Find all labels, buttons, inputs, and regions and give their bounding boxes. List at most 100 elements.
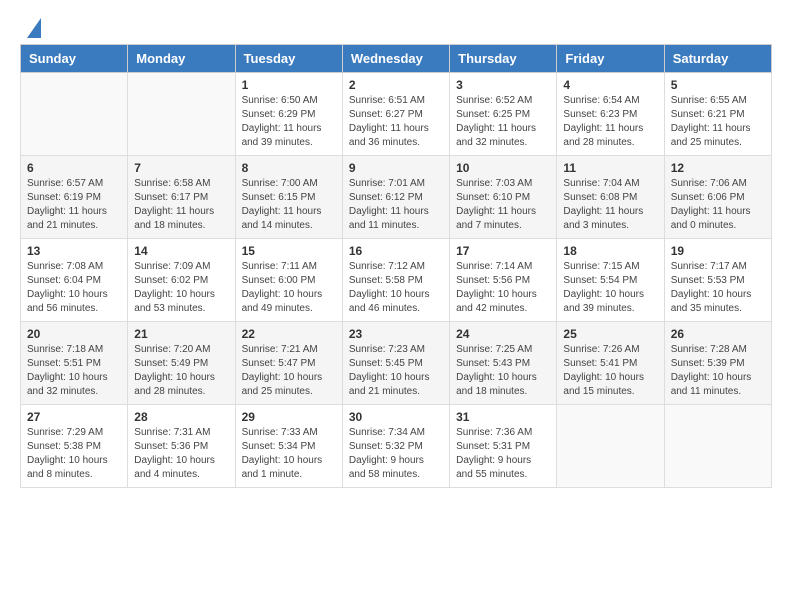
- calendar-day-cell: 11Sunrise: 7:04 AM Sunset: 6:08 PM Dayli…: [557, 156, 664, 239]
- calendar-day-cell: 4 Sunrise: 6:54 AM Sunset: 6:23 PM Daylig…: [557, 73, 664, 156]
- logo-line1: [24, 18, 41, 38]
- calendar-day-cell: 31 Sunrise: 7:36 AM Sunset: 5:31 PM Dayli…: [450, 405, 557, 488]
- weekday-header-monday: Monday: [128, 45, 235, 73]
- day-info: Sunrise: 7:23 AM Sunset: 5:45 PM Dayligh…: [349, 343, 443, 399]
- day-info: Sunrise: 7:36 AM Sunset: 5:31 PM Dayligh…: [456, 426, 550, 482]
- calendar-day-cell: 23 Sunrise: 7:23 AM Sunset: 5:45 PM Dayli…: [342, 322, 449, 405]
- day-number: 20: [27, 327, 121, 341]
- calendar-header: SundayMondayTuesdayWednesdayThursdayFrid…: [21, 45, 772, 73]
- day-info: Sunrise: 7:15 AM Sunset: 5:54 PM Dayligh…: [563, 260, 657, 316]
- day-number: 28: [134, 410, 228, 424]
- day-info: Sunrise: 6:50 AM Sunset: 6:29 PM Dayligh…: [242, 94, 336, 150]
- calendar-day-cell: 16 Sunrise: 7:12 AM Sunset: 5:58 PM Dayli…: [342, 239, 449, 322]
- calendar-day-cell: [557, 405, 664, 488]
- day-number: 23: [349, 327, 443, 341]
- day-number: 19: [671, 244, 765, 258]
- day-number: 9: [349, 161, 443, 175]
- day-info: Sunrise: 7:00 AM Sunset: 6:15 PM Dayligh…: [242, 177, 336, 233]
- calendar-day-cell: 5Sunrise: 6:55 AM Sunset: 6:21 PM Daylig…: [664, 73, 771, 156]
- calendar-day-cell: 19 Sunrise: 7:17 AM Sunset: 5:53 PM Dayli…: [664, 239, 771, 322]
- day-number: 12: [671, 161, 765, 175]
- day-info: Sunrise: 7:11 AM Sunset: 6:00 PM Dayligh…: [242, 260, 336, 316]
- weekday-header-wednesday: Wednesday: [342, 45, 449, 73]
- day-info: Sunrise: 7:29 AM Sunset: 5:38 PM Dayligh…: [27, 426, 121, 482]
- calendar-day-cell: 25 Sunrise: 7:26 AM Sunset: 5:41 PM Dayli…: [557, 322, 664, 405]
- calendar-week-row: 27 Sunrise: 7:29 AM Sunset: 5:38 PM Dayli…: [21, 405, 772, 488]
- day-number: 15: [242, 244, 336, 258]
- calendar-week-row: 1 Sunrise: 6:50 AM Sunset: 6:29 PM Daylig…: [21, 73, 772, 156]
- calendar-day-cell: 14 Sunrise: 7:09 AM Sunset: 6:02 PM Dayli…: [128, 239, 235, 322]
- day-number: 27: [27, 410, 121, 424]
- weekday-header-thursday: Thursday: [450, 45, 557, 73]
- calendar-day-cell: 20Sunrise: 7:18 AM Sunset: 5:51 PM Dayli…: [21, 322, 128, 405]
- day-info: Sunrise: 6:58 AM Sunset: 6:17 PM Dayligh…: [134, 177, 228, 233]
- day-number: 8: [242, 161, 336, 175]
- calendar-day-cell: [21, 73, 128, 156]
- day-info: Sunrise: 7:01 AM Sunset: 6:12 PM Dayligh…: [349, 177, 443, 233]
- day-info: Sunrise: 7:34 AM Sunset: 5:32 PM Dayligh…: [349, 426, 443, 482]
- calendar-day-cell: [128, 73, 235, 156]
- calendar-day-cell: 27 Sunrise: 7:29 AM Sunset: 5:38 PM Dayli…: [21, 405, 128, 488]
- calendar-day-cell: 28Sunrise: 7:31 AM Sunset: 5:36 PM Dayli…: [128, 405, 235, 488]
- calendar-day-cell: 13 Sunrise: 7:08 AM Sunset: 6:04 PM Dayli…: [21, 239, 128, 322]
- day-info: Sunrise: 6:52 AM Sunset: 6:25 PM Dayligh…: [456, 94, 550, 150]
- calendar-day-cell: 12 Sunrise: 7:06 AM Sunset: 6:06 PM Dayli…: [664, 156, 771, 239]
- calendar-day-cell: 6Sunrise: 6:57 AM Sunset: 6:19 PM Daylig…: [21, 156, 128, 239]
- calendar-day-cell: 18Sunrise: 7:15 AM Sunset: 5:54 PM Dayli…: [557, 239, 664, 322]
- day-number: 1: [242, 78, 336, 92]
- day-number: 10: [456, 161, 550, 175]
- day-number: 22: [242, 327, 336, 341]
- day-number: 31: [456, 410, 550, 424]
- page-header: [0, 0, 792, 44]
- day-number: 5: [671, 78, 765, 92]
- day-info: Sunrise: 7:28 AM Sunset: 5:39 PM Dayligh…: [671, 343, 765, 399]
- day-info: Sunrise: 7:14 AM Sunset: 5:56 PM Dayligh…: [456, 260, 550, 316]
- day-number: 16: [349, 244, 443, 258]
- calendar-day-cell: 15 Sunrise: 7:11 AM Sunset: 6:00 PM Dayli…: [235, 239, 342, 322]
- day-number: 3: [456, 78, 550, 92]
- calendar-day-cell: 17 Sunrise: 7:14 AM Sunset: 5:56 PM Dayli…: [450, 239, 557, 322]
- day-info: Sunrise: 7:21 AM Sunset: 5:47 PM Dayligh…: [242, 343, 336, 399]
- calendar-week-row: 6Sunrise: 6:57 AM Sunset: 6:19 PM Daylig…: [21, 156, 772, 239]
- day-info: Sunrise: 7:12 AM Sunset: 5:58 PM Dayligh…: [349, 260, 443, 316]
- day-info: Sunrise: 6:51 AM Sunset: 6:27 PM Dayligh…: [349, 94, 443, 150]
- day-number: 17: [456, 244, 550, 258]
- day-info: Sunrise: 7:06 AM Sunset: 6:06 PM Dayligh…: [671, 177, 765, 233]
- day-info: Sunrise: 6:57 AM Sunset: 6:19 PM Dayligh…: [27, 177, 121, 233]
- calendar-week-row: 20Sunrise: 7:18 AM Sunset: 5:51 PM Dayli…: [21, 322, 772, 405]
- day-number: 30: [349, 410, 443, 424]
- day-info: Sunrise: 7:17 AM Sunset: 5:53 PM Dayligh…: [671, 260, 765, 316]
- day-info: Sunrise: 7:08 AM Sunset: 6:04 PM Dayligh…: [27, 260, 121, 316]
- day-number: 29: [242, 410, 336, 424]
- calendar-day-cell: 2Sunrise: 6:51 AM Sunset: 6:27 PM Daylig…: [342, 73, 449, 156]
- logo-arrow-icon: [27, 18, 41, 38]
- day-info: Sunrise: 7:04 AM Sunset: 6:08 PM Dayligh…: [563, 177, 657, 233]
- day-number: 25: [563, 327, 657, 341]
- calendar-day-cell: 24Sunrise: 7:25 AM Sunset: 5:43 PM Dayli…: [450, 322, 557, 405]
- calendar-day-cell: 10 Sunrise: 7:03 AM Sunset: 6:10 PM Dayli…: [450, 156, 557, 239]
- day-info: Sunrise: 7:26 AM Sunset: 5:41 PM Dayligh…: [563, 343, 657, 399]
- day-number: 14: [134, 244, 228, 258]
- weekday-header-row: SundayMondayTuesdayWednesdayThursdayFrid…: [21, 45, 772, 73]
- day-info: Sunrise: 7:09 AM Sunset: 6:02 PM Dayligh…: [134, 260, 228, 316]
- weekday-header-tuesday: Tuesday: [235, 45, 342, 73]
- day-info: Sunrise: 7:20 AM Sunset: 5:49 PM Dayligh…: [134, 343, 228, 399]
- calendar-day-cell: 1 Sunrise: 6:50 AM Sunset: 6:29 PM Daylig…: [235, 73, 342, 156]
- weekday-header-friday: Friday: [557, 45, 664, 73]
- weekday-header-sunday: Sunday: [21, 45, 128, 73]
- calendar-week-row: 13 Sunrise: 7:08 AM Sunset: 6:04 PM Dayli…: [21, 239, 772, 322]
- calendar-day-cell: 8 Sunrise: 7:00 AM Sunset: 6:15 PM Daylig…: [235, 156, 342, 239]
- day-number: 26: [671, 327, 765, 341]
- logo: [24, 18, 41, 36]
- day-number: 13: [27, 244, 121, 258]
- calendar-day-cell: 29Sunrise: 7:33 AM Sunset: 5:34 PM Dayli…: [235, 405, 342, 488]
- day-info: Sunrise: 7:03 AM Sunset: 6:10 PM Dayligh…: [456, 177, 550, 233]
- day-info: Sunrise: 6:54 AM Sunset: 6:23 PM Dayligh…: [563, 94, 657, 150]
- calendar-day-cell: [664, 405, 771, 488]
- calendar-wrapper: SundayMondayTuesdayWednesdayThursdayFrid…: [0, 44, 792, 498]
- day-number: 4: [563, 78, 657, 92]
- day-info: Sunrise: 7:25 AM Sunset: 5:43 PM Dayligh…: [456, 343, 550, 399]
- calendar-day-cell: 22 Sunrise: 7:21 AM Sunset: 5:47 PM Dayli…: [235, 322, 342, 405]
- calendar-day-cell: 26 Sunrise: 7:28 AM Sunset: 5:39 PM Dayli…: [664, 322, 771, 405]
- calendar-day-cell: 30 Sunrise: 7:34 AM Sunset: 5:32 PM Dayli…: [342, 405, 449, 488]
